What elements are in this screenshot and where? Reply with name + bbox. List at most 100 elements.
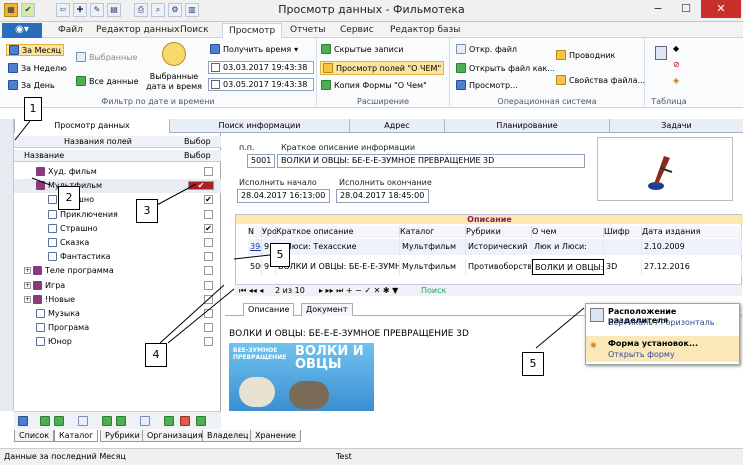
maximize-button[interactable]: ☐: [672, 0, 700, 18]
grid-cell[interactable]: Мультфильм: [400, 239, 466, 255]
month-button[interactable]: За Месяц: [6, 44, 65, 56]
start-field[interactable]: 28.04.2017 16:13:00: [237, 189, 330, 203]
explorer-button[interactable]: Проводник: [556, 50, 615, 60]
tab-data-view[interactable]: Просмотр данных: [14, 119, 169, 133]
tab-info-search[interactable]: Поиск информации: [169, 119, 349, 133]
selected-button[interactable]: Выбранные: [76, 52, 137, 62]
grid-cell[interactable]: Мультфильм: [400, 259, 466, 275]
nav-last-icon[interactable]: ▸ ▸▸ ⏭ + − ✓ ✕ ✱ ▼: [319, 285, 398, 296]
tab-data-editor[interactable]: Редактор данных: [90, 23, 185, 38]
short-desc-field[interactable]: ВОЛКИ И ОВЦЫ: БЕ-Е-Е-ЗУМНОЕ ПРЕВРАЩЕНИЕ …: [277, 154, 585, 168]
grid-cell[interactable]: 3D: [604, 259, 642, 275]
select-checkbox[interactable]: ✔: [204, 195, 213, 205]
date-to-checkbox[interactable]: [211, 80, 220, 89]
clock-icon[interactable]: [162, 42, 186, 66]
save-icon[interactable]: [18, 416, 28, 426]
open-file-button[interactable]: Откр. файл: [456, 44, 517, 54]
date-from-checkbox[interactable]: [211, 63, 220, 72]
grid-cell[interactable]: 5001: [248, 259, 262, 275]
tree-row[interactable]: + !Новые: [14, 293, 221, 307]
grid-header-date[interactable]: Дата издания: [642, 226, 742, 238]
grid-cell[interactable]: 3946: [248, 239, 262, 255]
tree-row[interactable]: Юнор: [14, 335, 221, 349]
file-props-button[interactable]: Свойства файла...: [556, 75, 645, 85]
grid-cell[interactable]: 2.10.2009: [642, 239, 742, 255]
table-icon[interactable]: [655, 46, 667, 60]
tree-row[interactable]: Фантастика: [14, 250, 221, 264]
tree-row[interactable]: Програма: [14, 321, 221, 335]
view-fields-button[interactable]: Просмотр полей "О ЧЕМ": [320, 61, 445, 75]
tool-icon[interactable]: ◆: [673, 44, 683, 54]
tab-reports[interactable]: Отчеты: [284, 23, 332, 38]
app-menu-button[interactable]: ◉▾: [2, 23, 42, 38]
pp-field[interactable]: 5001: [247, 154, 275, 168]
tree-row[interactable]: Приключения: [14, 208, 221, 222]
nav-first-icon[interactable]: ⏮ ◂◂ ◂: [239, 285, 263, 296]
expand-icon[interactable]: [140, 416, 150, 426]
tree-row[interactable]: Худ. фильм: [14, 165, 221, 179]
grid-cell[interactable]: Люк и Люси:: [532, 239, 604, 255]
grid-cell[interactable]: ВОЛКИ И ОВЦЫ:: [532, 259, 604, 275]
expand-icon[interactable]: +: [24, 267, 31, 275]
day-button[interactable]: За День: [8, 80, 55, 90]
grid-cell[interactable]: Противоборств: [466, 259, 532, 275]
tree-row[interactable]: Музыка: [14, 307, 221, 321]
get-time-button[interactable]: Получить время ▾: [210, 44, 298, 54]
grid-header-catalog[interactable]: Каталог: [400, 226, 466, 238]
grid-header-about[interactable]: О чем: [532, 226, 604, 238]
grid-cell[interactable]: и Люси: Техасские: [276, 239, 400, 255]
tab-storage[interactable]: Хранение: [250, 430, 301, 442]
date-to-field[interactable]: 03.05.2017 19:43:38: [208, 78, 314, 91]
select-checkbox[interactable]: [204, 252, 213, 262]
tree-row[interactable]: + Теле программа: [14, 264, 221, 278]
all-data-button[interactable]: Все данные: [76, 76, 138, 86]
tab-tasks[interactable]: Задачи: [609, 119, 743, 133]
tab-owner[interactable]: Владелец: [202, 430, 254, 442]
copy-form-button[interactable]: Копия Формы "О Чем": [321, 80, 427, 90]
search-button[interactable]: Поиск: [421, 285, 446, 296]
grid-cell[interactable]: Исторический: [466, 239, 532, 255]
tab-catalog[interactable]: Каталог: [54, 430, 99, 442]
select-checkbox[interactable]: [204, 323, 213, 333]
add-child-icon[interactable]: [54, 416, 64, 426]
tree-row[interactable]: + Игра: [14, 279, 221, 293]
grid-header-desc[interactable]: Краткое описание: [276, 226, 400, 238]
tab-document[interactable]: Документ: [301, 303, 353, 316]
tab-db-editor[interactable]: Редактор базы: [384, 23, 466, 38]
tree-row[interactable]: Мультфильм✔: [14, 179, 221, 194]
open-file-as-button[interactable]: Открыть файл как...: [456, 63, 555, 73]
copy-icon[interactable]: [78, 416, 88, 426]
tree-row[interactable]: Смешно✔: [14, 193, 221, 207]
refresh-icon[interactable]: [164, 416, 174, 426]
expand-icon[interactable]: +: [24, 295, 31, 303]
grid-header-code[interactable]: Шифр: [604, 226, 642, 238]
select-checkbox[interactable]: [204, 294, 213, 304]
grid-header-rubrics[interactable]: Рубрики: [466, 226, 532, 238]
minimize-button[interactable]: −: [644, 0, 672, 18]
tab-description[interactable]: Описание: [243, 303, 295, 316]
tab-view[interactable]: Просмотр: [222, 23, 283, 38]
no-icon[interactable]: ⊘: [673, 60, 683, 70]
grid-header-level[interactable]: Уро: [262, 226, 277, 238]
select-checkbox[interactable]: ✔: [188, 181, 214, 191]
grid-cell[interactable]: ВОЛКИ И ОВЦЫ: БЕ-Е-Е-ЗУМНОЕ: [276, 259, 400, 275]
ok-icon[interactable]: [196, 416, 206, 426]
select-checkbox[interactable]: ✔: [204, 223, 213, 233]
select-checkbox[interactable]: [204, 238, 213, 247]
end-field[interactable]: 28.04.2017 18:45:00: [336, 189, 429, 203]
date-time-button[interactable]: Выбранные дата и время: [144, 72, 204, 92]
tab-planning[interactable]: Планирование: [444, 119, 609, 133]
tab-search[interactable]: Поиск: [174, 23, 215, 38]
grid-cell[interactable]: 27.12.2016: [642, 259, 742, 275]
hidden-records-button[interactable]: Скрытые записи: [321, 44, 403, 54]
tab-service[interactable]: Сервис: [334, 23, 380, 38]
select-checkbox[interactable]: [204, 167, 213, 176]
add-icon[interactable]: [40, 416, 50, 426]
select-checkbox[interactable]: [204, 337, 213, 347]
move-down-icon[interactable]: [102, 416, 112, 426]
tab-rubrics[interactable]: Рубрики: [100, 430, 145, 442]
move-up-icon[interactable]: [116, 416, 126, 426]
tab-file[interactable]: Файл: [52, 23, 89, 38]
select-checkbox[interactable]: [204, 280, 213, 290]
week-button[interactable]: За Неделю: [8, 63, 67, 73]
